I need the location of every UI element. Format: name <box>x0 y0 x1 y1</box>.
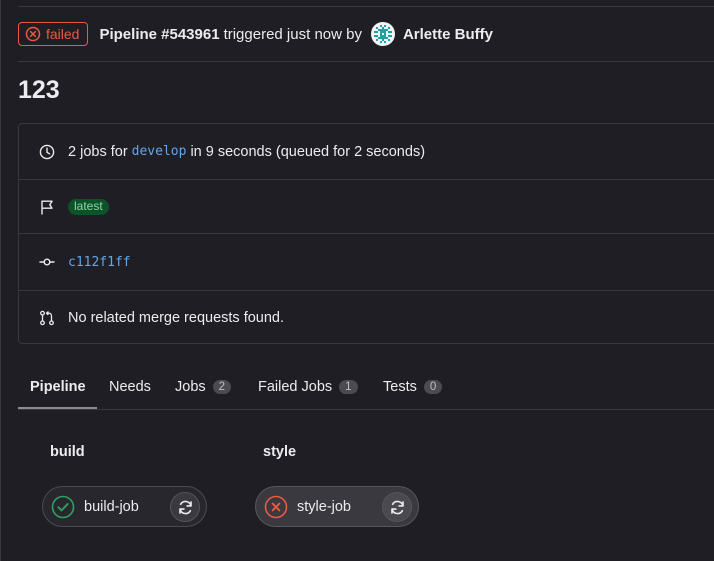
tab-label: Jobs <box>175 378 206 395</box>
merge-requests-row: No related merge requests found. <box>19 291 714 344</box>
duration-text: in 9 seconds (queued for 2 seconds) <box>190 143 426 160</box>
job-style[interactable]: style-job <box>255 486 419 527</box>
pipeline-info-card: 2 jobs for develop in 9 seconds (queued … <box>18 123 714 344</box>
tag-row: latest <box>19 180 714 233</box>
top-divider <box>18 6 714 7</box>
triggered-text: triggered just now by <box>223 25 362 43</box>
commit-icon <box>39 254 55 270</box>
tab-jobs[interactable]: Jobs 2 <box>175 365 232 408</box>
latest-badge: latest <box>68 198 109 215</box>
page-title: 123 <box>18 76 60 104</box>
branch-link[interactable]: develop <box>132 144 187 159</box>
tab-count-badge: 1 <box>339 379 358 394</box>
avatar-identicon <box>371 23 394 45</box>
retry-icon <box>178 500 192 514</box>
left-divider <box>0 0 1 561</box>
pipeline-header: failed Pipeline #543961 triggered just n… <box>18 21 493 47</box>
merge-request-icon <box>39 310 55 326</box>
tab-label: Pipeline <box>30 378 86 395</box>
tab-needs[interactable]: Needs <box>109 365 151 408</box>
commit-sha-link[interactable]: c112f1ff <box>68 255 131 270</box>
job-name: style-job <box>297 498 351 515</box>
merge-requests-text: No related merge requests found. <box>68 309 285 326</box>
clock-icon <box>39 144 55 160</box>
status-badge-label: failed <box>46 26 80 42</box>
retry-button[interactable] <box>382 492 412 522</box>
tab-label: Failed Jobs <box>258 378 333 395</box>
tab-pipeline[interactable]: Pipeline <box>30 365 86 408</box>
tab-label: Tests <box>383 378 417 395</box>
pipeline-tabs: Pipeline Needs Jobs 2 Failed Jobs 1 Test… <box>18 365 714 410</box>
retry-icon <box>390 500 404 514</box>
tab-count-badge: 0 <box>423 379 443 394</box>
tab-count-badge: 2 <box>212 379 232 394</box>
avatar[interactable] <box>370 22 395 46</box>
active-tab-indicator <box>18 407 97 409</box>
status-badge[interactable]: failed <box>18 22 89 46</box>
jobs-count-text: 2 jobs for <box>68 143 128 160</box>
stage-title-style: style <box>263 444 297 460</box>
commit-row: c112f1ff <box>19 234 714 290</box>
pipeline-summary: Pipeline #543961 triggered just now by A… <box>99 22 493 46</box>
stage-title-build: build <box>50 444 85 460</box>
header-divider <box>18 61 714 62</box>
flag-icon <box>39 199 55 215</box>
job-build[interactable]: build-job <box>42 486 207 527</box>
user-name[interactable]: Arlette Buffy <box>403 26 493 43</box>
x-circle-icon <box>264 495 288 519</box>
job-name: build-job <box>84 498 139 515</box>
jobs-summary-row: 2 jobs for develop in 9 seconds (queued … <box>19 124 714 179</box>
failed-circle-icon <box>25 26 41 42</box>
tab-failed-jobs[interactable]: Failed Jobs 1 <box>258 365 358 408</box>
tab-label: Needs <box>109 378 151 395</box>
retry-button[interactable] <box>170 492 200 522</box>
tab-tests[interactable]: Tests 0 <box>383 365 443 408</box>
check-circle-icon <box>51 495 75 519</box>
pipeline-id[interactable]: Pipeline #543961 <box>99 26 219 43</box>
